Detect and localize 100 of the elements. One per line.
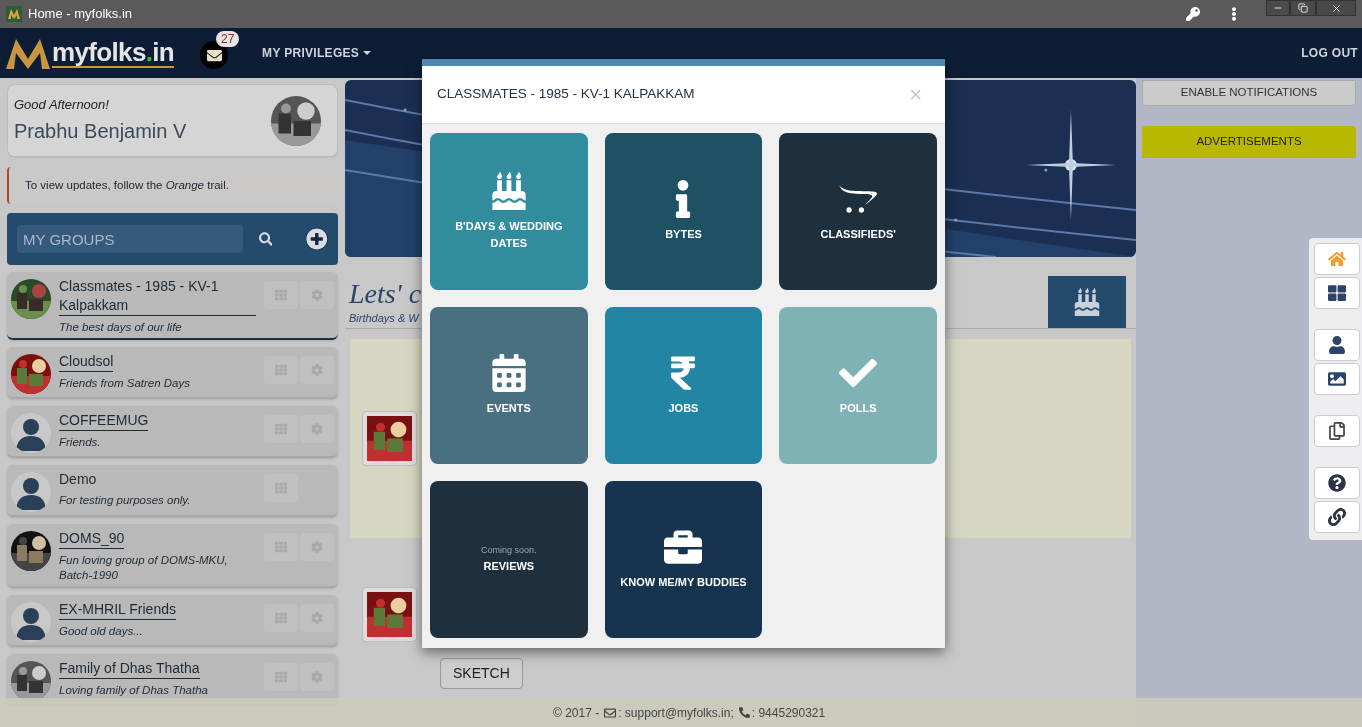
logout-link[interactable]: LOG OUT [1301,44,1358,62]
phone-icon [738,707,750,718]
user-name: Prabhu Benjamin V [14,119,188,145]
dashboard-button[interactable] [1314,277,1360,309]
copyright-text: © 2017 - [553,704,600,722]
briefcase-icon [664,528,703,566]
feature-tile[interactable]: EVENTS [430,307,588,464]
person-avatar-icon [11,472,51,512]
home-icon [1328,250,1346,268]
settings-icon [311,289,323,301]
group-link[interactable]: DOMS_90 [59,529,125,549]
restore-icon [1298,3,1308,13]
profile-avatar[interactable] [271,95,321,146]
copy-icon [1328,422,1346,440]
group-link[interactable]: Family of Dhas Thatha [59,659,200,679]
advertisements-button[interactable]: ADVERTISEMENTS [1142,126,1356,158]
groups-search-field[interactable]: MY GROUPS [17,225,243,253]
group-tagline: Friends from Satren Days [59,376,191,391]
feature-tile[interactable]: KNOW ME/MY BUDDIES [604,481,763,638]
privileges-menu[interactable]: MY PRIVILEGES [262,44,372,62]
person-avatar-icon [11,413,51,453]
image-icon [1328,370,1346,388]
support-phone: : 9445290321 [751,704,826,722]
group-tagline: The best days of our life [59,320,183,335]
greeting-text: Good Afternoon! [14,95,110,114]
feature-tile[interactable]: JOBS [604,307,763,464]
grid-icon [275,482,287,494]
support-email: : support@myfolks.in; [618,704,734,722]
grid-icon [275,612,287,624]
link-button[interactable] [1314,501,1360,533]
mail-button[interactable] [200,41,229,69]
help-icon [1328,474,1346,492]
modal-title: CLASSMATES - 1985 - KV-1 KALPAKKAM [437,85,696,104]
group-tagline: Loving family of Dhas Thatha [59,683,209,698]
group-tagline: Friends. [59,435,102,450]
cake-tab[interactable] [1048,276,1126,328]
mail-icon [206,47,222,63]
grid-icon [275,671,287,683]
settings-icon [311,541,323,553]
window-title: Home - myfolks.in [28,5,133,24]
group-card[interactable]: COFFEEMUG Friends. [7,406,338,458]
calendar-icon [489,354,528,392]
tile-label: EVENTS [486,401,531,416]
group-link[interactable]: COFFEEMUG [59,411,149,431]
logo-text[interactable]: myfolks.in [52,38,175,68]
grid-icon [1328,284,1346,302]
section-subheading: Birthdays & W [349,310,421,326]
tile-label: KNOW ME/MY BUDDIES [620,575,747,590]
gallery-button[interactable] [1314,363,1360,395]
feature-tile[interactable]: B'DAYS & WEDDING DATES [430,133,588,290]
person-avatar-icon [11,602,51,642]
tile-label: B'DAYS & WEDDING DATES [454,218,564,251]
app-logo-icon [6,6,22,22]
tile-label: POLLS [839,401,877,416]
group-tagline: Good old days... [59,624,144,639]
copy-button[interactable] [1314,415,1360,447]
section-heading: Lets' c [349,277,423,310]
mail-icon [604,706,617,719]
restore-button[interactable] [1290,0,1316,16]
settings-icon [311,612,323,624]
group-card[interactable]: DOMS_90 Fun loving group of DOMS-MKU, Batch-1990 [7,524,338,588]
minimize-button[interactable] [1266,0,1290,16]
group-tagline: Fun loving group of DOMS-MKU, Batch-1990 [59,553,229,583]
cake-icon [489,171,528,210]
cake-icon [1073,288,1101,316]
coming-soon-note: Coming soon. [481,544,537,558]
grid-icon [275,364,287,376]
profile-button[interactable] [1314,329,1360,361]
tile-label: REVIEWS [483,558,535,574]
group-card[interactable]: EX-MHRIL Friends Good old days... [7,595,338,647]
group-card[interactable]: Cloudsol Friends from Satren Days [7,347,338,399]
grid-icon [275,423,287,435]
enable-notifications-button[interactable]: ENABLE NOTIFICATIONS [1142,80,1356,106]
help-button[interactable] [1314,467,1360,499]
user-icon [1328,336,1346,354]
group-tagline: For testing purposes only. [59,493,192,508]
group-card[interactable]: Classmates - 1985 - KV-1 Kalpakkam The best days of our life [7,272,338,340]
group-card[interactable]: Demo For testing purposes only. [7,465,338,517]
feature-tile[interactable]: BYTES [604,133,763,290]
tile-label: BYTES [665,227,702,242]
sketch-button[interactable]: SKETCH [440,658,523,689]
feature-tile[interactable]: Coming soon. REVIEWS [430,481,588,638]
search-icon[interactable] [258,232,273,246]
group-name: Demo [59,470,97,489]
close-icon [1330,2,1342,14]
settings-icon [311,364,323,376]
feature-tile[interactable]: CLASSIFIEDS' [779,133,937,290]
add-group-icon[interactable] [306,228,328,250]
link-icon [1328,508,1346,526]
grid-icon [275,289,287,301]
group-link[interactable]: Classmates - 1985 - KV-1 Kalpakkam [59,277,256,316]
group-link[interactable]: EX-MHRIL Friends [59,600,176,620]
settings-icon [311,423,323,435]
group-link[interactable]: Cloudsol [59,352,114,372]
settings-icon [311,671,323,683]
grid-icon [275,541,287,553]
tip-text: To view updates, follow the Orange trail. [25,177,229,193]
key-icon[interactable] [1186,7,1200,21]
mail-count-badge: 27 [216,31,240,47]
tile-label: JOBS [668,401,699,416]
